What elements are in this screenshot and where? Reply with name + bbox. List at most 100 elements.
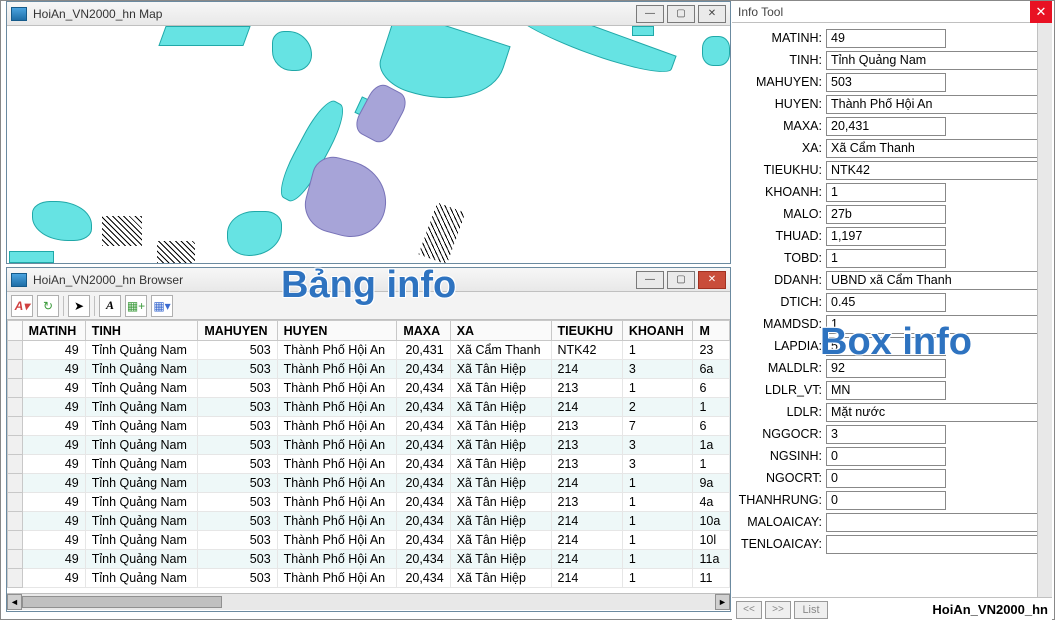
info-field-value[interactable]: 5 [826, 337, 946, 356]
map-maximize-button[interactable]: ▢ [667, 5, 695, 23]
horizontal-scrollbar[interactable]: ◄ ► [7, 593, 730, 610]
scroll-right-arrow-icon[interactable]: ► [715, 594, 730, 610]
column-header[interactable]: M [693, 321, 730, 341]
info-field-value[interactable]: Xã Cẩm Thanh [826, 139, 1050, 158]
table-row[interactable]: 49Tỉnh Quảng Nam503Thành Phố Hội An20,43… [8, 531, 730, 550]
next-record-button[interactable]: >> [765, 601, 791, 619]
info-field-value[interactable]: 0.45 [826, 293, 946, 312]
table-cell: Tỉnh Quảng Nam [85, 531, 198, 550]
column-header[interactable]: HUYEN [277, 321, 397, 341]
refresh-icon[interactable]: ↻ [37, 295, 59, 317]
info-vertical-scrollbar[interactable] [1037, 23, 1052, 597]
browser-minimize-button[interactable]: — [636, 271, 664, 289]
table-cell: 20,431 [397, 341, 450, 360]
column-header[interactable]: MAXA [397, 321, 450, 341]
info-field-label: MALDLR: [734, 361, 826, 375]
info-field-value[interactable]: 503 [826, 73, 946, 92]
info-field-value[interactable]: 49 [826, 29, 946, 48]
browser-close-button[interactable]: ✕ [698, 271, 726, 289]
prev-record-button[interactable]: << [736, 601, 762, 619]
table-cell: 23 [693, 341, 730, 360]
table-row[interactable]: 49Tỉnh Quảng Nam503Thành Phố Hội An20,43… [8, 512, 730, 531]
table-cell: Thành Phố Hội An [277, 455, 397, 474]
table-cell: 503 [198, 398, 277, 417]
map-close-button[interactable]: ✕ [698, 5, 726, 23]
dataset-name: HoiAn_VN2000_hn [932, 602, 1048, 617]
info-tool-titlebar[interactable]: Info Tool ✕ [732, 1, 1052, 23]
column-header[interactable]: KHOANH [622, 321, 693, 341]
table-row[interactable]: 49Tỉnh Quảng Nam503Thành Phố Hội An20,43… [8, 398, 730, 417]
table-cell: 11 [693, 569, 730, 588]
table-cell: Thành Phố Hội An [277, 379, 397, 398]
info-field-value[interactable]: Thành Phố Hội An [826, 95, 1050, 114]
table-row[interactable]: 49Tỉnh Quảng Nam503Thành Phố Hội An20,43… [8, 379, 730, 398]
info-field-value[interactable]: 0 [826, 491, 946, 510]
info-field-value[interactable]: 0 [826, 447, 946, 466]
table-options-icon[interactable]: ▦▾ [151, 295, 173, 317]
sort-az-icon[interactable]: A▾ [11, 295, 33, 317]
table-cell: 1a [693, 436, 730, 455]
table-cell: 1 [693, 455, 730, 474]
info-field-value[interactable]: 1 [826, 315, 1050, 334]
table-cell: Thành Phố Hội An [277, 569, 397, 588]
info-field-row: DTICH: 0.45 [734, 291, 1050, 313]
column-header[interactable]: TINH [85, 321, 198, 341]
data-grid[interactable]: MATINHTINHMAHUYENHUYENMAXAXATIEUKHUKHOAN… [7, 320, 730, 593]
info-field-value[interactable]: NTK42 [826, 161, 1050, 180]
table-row[interactable]: 49Tỉnh Quảng Nam503Thành Phố Hội An20,43… [8, 341, 730, 360]
info-field-row: LAPDIA: 5 [734, 335, 1050, 357]
info-field-value[interactable]: 0 [826, 469, 946, 488]
table-cell: 1 [622, 493, 693, 512]
browser-titlebar[interactable]: HoiAn_VN2000_hn Browser — ▢ ✕ [7, 268, 730, 292]
table-row[interactable]: 49Tỉnh Quảng Nam503Thành Phố Hội An20,43… [8, 417, 730, 436]
info-field-value[interactable]: 27b [826, 205, 946, 224]
info-field-value[interactable]: 20,431 [826, 117, 946, 136]
table-cell: 49 [22, 360, 85, 379]
table-cell: 214 [551, 550, 622, 569]
info-field-value[interactable]: 1 [826, 183, 946, 202]
info-field-value[interactable]: 1,197 [826, 227, 946, 246]
list-button[interactable]: List [794, 601, 828, 619]
browser-maximize-button[interactable]: ▢ [667, 271, 695, 289]
info-field-value[interactable]: 3 [826, 425, 946, 444]
table-row[interactable]: 49Tỉnh Quảng Nam503Thành Phố Hội An20,43… [8, 474, 730, 493]
info-field-value[interactable]: 1 [826, 249, 946, 268]
info-field-row: MAXA: 20,431 [734, 115, 1050, 137]
table-cell: 49 [22, 341, 85, 360]
info-field-value[interactable]: MN [826, 381, 946, 400]
column-header[interactable]: MATINH [22, 321, 85, 341]
scroll-thumb[interactable] [22, 596, 222, 608]
pointer-icon[interactable]: ➤ [68, 295, 90, 317]
map-window-title: HoiAn_VN2000_hn Map [33, 7, 162, 21]
table-row[interactable]: 49Tỉnh Quảng Nam503Thành Phố Hội An20,43… [8, 550, 730, 569]
table-row[interactable]: 49Tỉnh Quảng Nam503Thành Phố Hội An20,43… [8, 493, 730, 512]
scroll-left-arrow-icon[interactable]: ◄ [7, 594, 22, 610]
font-style-icon[interactable]: A [99, 295, 121, 317]
table-row[interactable]: 49Tỉnh Quảng Nam503Thành Phố Hội An20,43… [8, 569, 730, 588]
info-tool-footer: << >> List HoiAn_VN2000_hn [732, 597, 1052, 621]
map-titlebar[interactable]: HoiAn_VN2000_hn Map — ▢ ✕ [7, 2, 730, 26]
table-cell: 9a [693, 474, 730, 493]
info-field-value[interactable] [826, 535, 1050, 554]
info-field-row: MALDLR: 92 [734, 357, 1050, 379]
column-header[interactable]: MAHUYEN [198, 321, 277, 341]
info-field-value[interactable]: UBND xã Cẩm Thanh [826, 271, 1050, 290]
table-cell: Xã Tân Hiệp [450, 569, 551, 588]
info-field-value[interactable] [826, 513, 1050, 532]
info-field-value[interactable]: Mặt nước [826, 403, 1050, 422]
table-cell: Tỉnh Quảng Nam [85, 436, 198, 455]
column-header[interactable]: XA [450, 321, 551, 341]
map-minimize-button[interactable]: — [636, 5, 664, 23]
table-cell: Tỉnh Quảng Nam [85, 569, 198, 588]
table-row[interactable]: 49Tỉnh Quảng Nam503Thành Phố Hội An20,43… [8, 436, 730, 455]
info-tool-close-button[interactable]: ✕ [1030, 1, 1052, 23]
table-row[interactable]: 49Tỉnh Quảng Nam503Thành Phố Hội An20,43… [8, 360, 730, 379]
info-field-value[interactable]: Tỉnh Quảng Nam [826, 51, 1050, 70]
info-field-value[interactable]: 92 [826, 359, 946, 378]
table-row[interactable]: 49Tỉnh Quảng Nam503Thành Phố Hội An20,43… [8, 455, 730, 474]
table-cell: 503 [198, 436, 277, 455]
info-field-label: MALOAICAY: [734, 515, 826, 529]
map-canvas[interactable] [7, 26, 730, 263]
add-column-icon[interactable]: ▦+ [125, 295, 147, 317]
column-header[interactable]: TIEUKHU [551, 321, 622, 341]
